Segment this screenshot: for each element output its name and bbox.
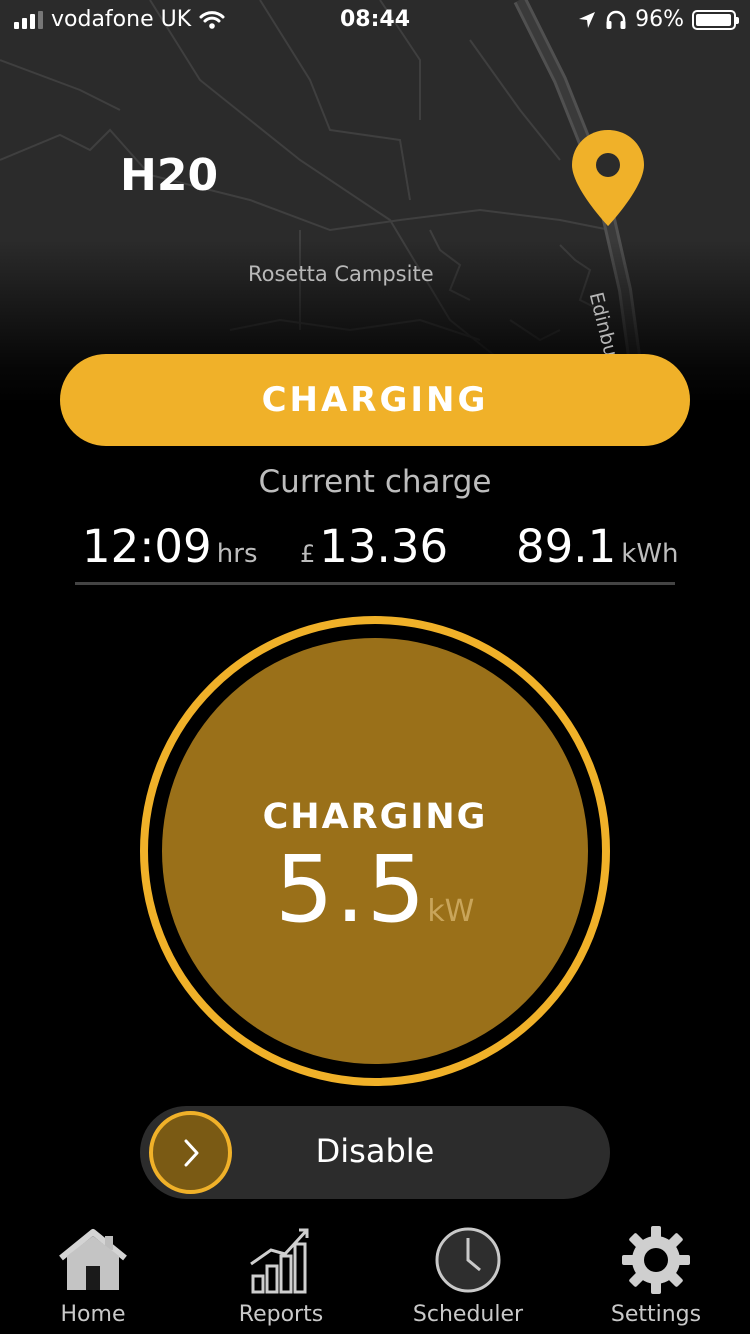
tab-scheduler[interactable]: Scheduler [388, 1216, 548, 1334]
charge-energy: 89.1 kWh [516, 520, 679, 573]
home-icon [59, 1229, 127, 1290]
battery-percent: 96% [635, 7, 684, 32]
currency-symbol: £ [300, 540, 316, 568]
charging-status-label: CHARGING [261, 380, 489, 420]
charge-duration: 12:09 hrs [82, 520, 258, 573]
status-bar-right: 96% [577, 7, 739, 32]
location-pin-icon[interactable] [570, 128, 646, 232]
tab-scheduler-label: Scheduler [412, 1302, 524, 1327]
tab-reports-label: Reports [238, 1302, 324, 1327]
charge-cost-value: 13.36 [319, 520, 449, 573]
location-arrow-icon [579, 11, 596, 28]
charge-energy-value: 89.1 [516, 520, 617, 573]
tab-bar: Home Reports Scheduler Settings [0, 1216, 750, 1334]
charger-site-name: H20 [120, 150, 219, 201]
status-bar: vodafone UK 08:44 96% [0, 0, 750, 40]
tab-home-label: Home [60, 1302, 126, 1327]
disable-slider[interactable]: Disable [140, 1106, 610, 1199]
map-view[interactable]: Rosetta Campsite Edinbur H20 [0, 0, 750, 400]
stats-divider [75, 582, 675, 585]
map-place-label: Rosetta Campsite [248, 262, 434, 286]
current-charge-heading: Current charge [258, 464, 492, 500]
charge-stats: 12:09 hrs £13.36 89.1 kWh [75, 520, 679, 580]
power-readout: 5.5kW [275, 836, 474, 943]
charge-duration-unit: hrs [216, 539, 258, 569]
gauge-status-label: CHARGING [262, 797, 488, 837]
tab-reports[interactable]: Reports [201, 1216, 361, 1334]
bar-chart-icon [250, 1228, 309, 1294]
tab-settings-label: Settings [610, 1302, 702, 1327]
tab-settings[interactable]: Settings [576, 1216, 736, 1334]
battery-level-fill [696, 13, 731, 26]
battery-icon [692, 9, 739, 30]
power-unit: kW [427, 894, 475, 929]
headphones-icon [606, 10, 626, 29]
tab-home[interactable]: Home [13, 1216, 173, 1334]
power-value: 5.5 [275, 836, 428, 943]
charge-duration-value: 12:09 [82, 520, 212, 573]
gear-icon [622, 1226, 690, 1294]
slider-label: Disable [315, 1132, 435, 1170]
charging-status-banner: CHARGING [60, 354, 690, 446]
clock-icon [435, 1227, 501, 1293]
charge-energy-unit: kWh [621, 539, 679, 569]
charge-cost: £13.36 [300, 520, 448, 573]
